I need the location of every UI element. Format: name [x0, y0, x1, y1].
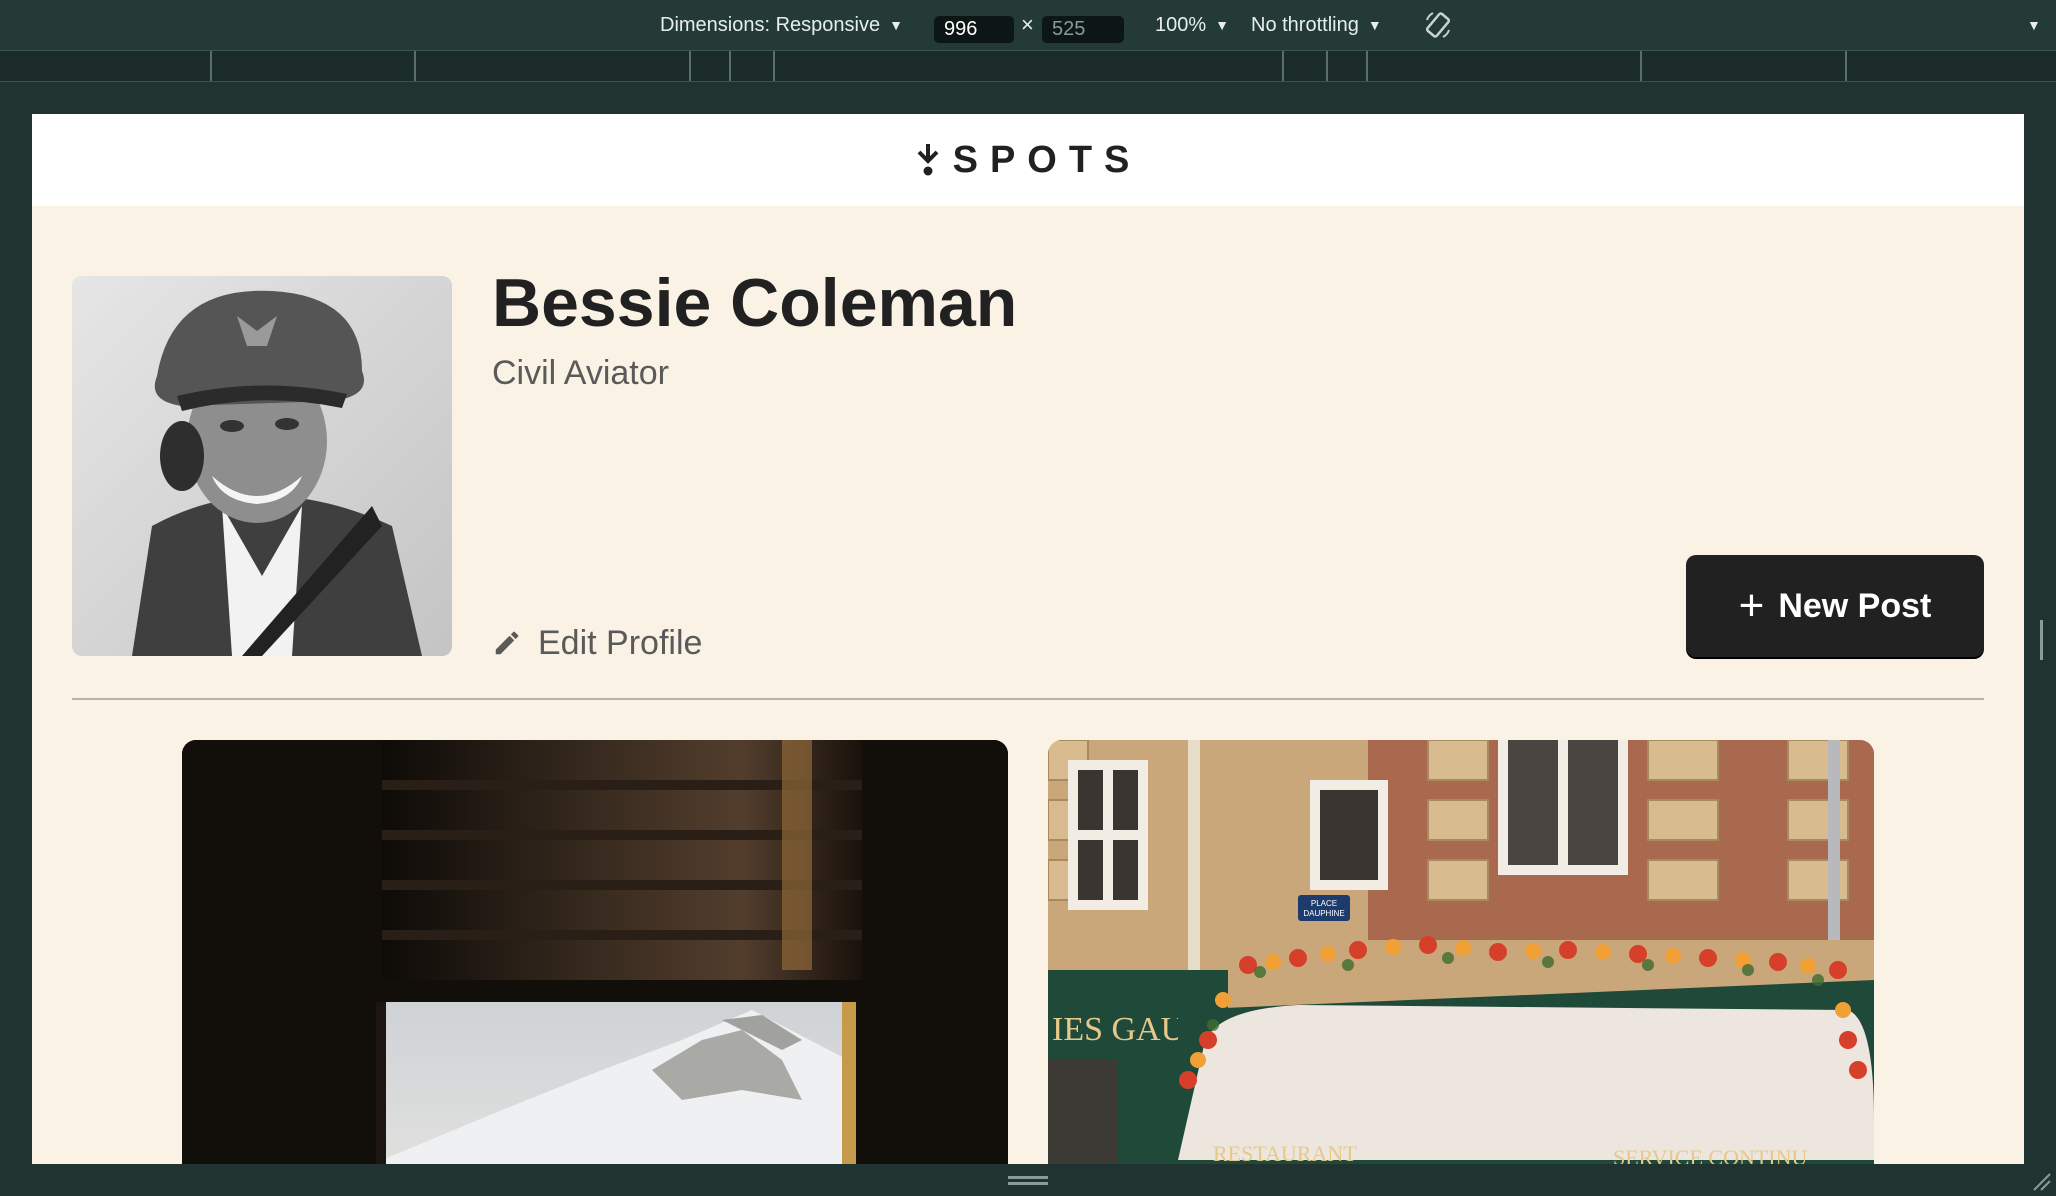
restaurant-sign: RESTAURANT [1213, 1141, 1357, 1164]
ruler-tick[interactable] [1845, 51, 1847, 81]
ruler-tick[interactable] [210, 51, 212, 81]
throttling-dropdown[interactable]: No throttling ▼ [1251, 0, 1382, 50]
devtools-toolbar: Dimensions: Responsive ▼ 996 × 525 100% … [0, 0, 2056, 51]
profile-avatar [72, 276, 452, 656]
rotate-button[interactable] [1422, 0, 1454, 50]
ruler-tick[interactable] [1282, 51, 1284, 81]
service-sign: SERVICE CONTINU [1613, 1145, 1808, 1164]
card-image[interactable] [182, 740, 1008, 1164]
dimensions-label: Dimensions: Responsive [660, 13, 881, 36]
resize-handle-bottom[interactable] [1008, 1182, 1048, 1185]
chevron-down-icon: ▼ [2027, 17, 2041, 33]
ruler-tick[interactable] [1326, 51, 1328, 81]
ruler-tick[interactable] [414, 51, 416, 81]
throttling-label: No throttling [1251, 13, 1359, 36]
resize-corner-icon[interactable] [2030, 1170, 2052, 1192]
rotate-icon [1425, 12, 1451, 38]
zoom-dropdown[interactable]: 100% ▼ [1155, 0, 1229, 50]
ruler-tick[interactable] [1366, 51, 1368, 81]
more-options-button[interactable]: ▼ [2018, 0, 2041, 50]
edit-profile-label: Edit Profile [538, 623, 703, 662]
width-input[interactable]: 996 [934, 16, 1014, 43]
zoom-label: 100% [1155, 13, 1207, 36]
edit-profile-button[interactable]: Edit Profile [492, 618, 702, 668]
media-query-ruler [0, 51, 2056, 82]
ruler-tick[interactable] [773, 51, 775, 81]
card-image[interactable]: PLACE DAUPHINE IES GAUBERT RESTAURANT SE… [1048, 740, 1874, 1164]
profile-divider [72, 698, 1984, 700]
place-sign-top: PLACE [1311, 899, 1337, 908]
chevron-down-icon: ▼ [1215, 17, 1230, 33]
times-symbol: × [1021, 12, 1034, 37]
chevron-down-icon: ▼ [889, 17, 903, 33]
site-header: SPOTS [32, 114, 2024, 206]
spots-logo[interactable]: SPOTS [915, 139, 1142, 182]
place-sign-bottom: DAUPHINE [1303, 909, 1344, 918]
plus-icon: + [1738, 581, 1765, 630]
page-viewport: SPOTS Bessie Coleman Civil Aviator Edit … [32, 114, 2024, 1164]
logo-text: SPOTS [952, 138, 1142, 181]
ruler-tick[interactable] [729, 51, 731, 81]
pencil-icon [495, 631, 519, 655]
new-post-label: New Post [1778, 586, 1932, 625]
devtools-bottom-bar [0, 1164, 2056, 1196]
height-input[interactable]: 525 [1042, 16, 1124, 43]
resize-handle-bottom[interactable] [1008, 1176, 1048, 1179]
spots-logo-icon [917, 144, 939, 176]
profile-name: Bessie Coleman [492, 265, 1018, 341]
profile-description: Civil Aviator [492, 354, 669, 392]
new-post-button[interactable]: + New Post [1686, 555, 1984, 657]
ruler-tick[interactable] [1640, 51, 1642, 81]
dimensions-dropdown[interactable]: Dimensions: Responsive ▼ [660, 0, 903, 50]
chevron-down-icon: ▼ [1367, 17, 1382, 33]
resize-handle-right[interactable] [2040, 620, 2043, 660]
ruler-tick[interactable] [689, 51, 691, 81]
